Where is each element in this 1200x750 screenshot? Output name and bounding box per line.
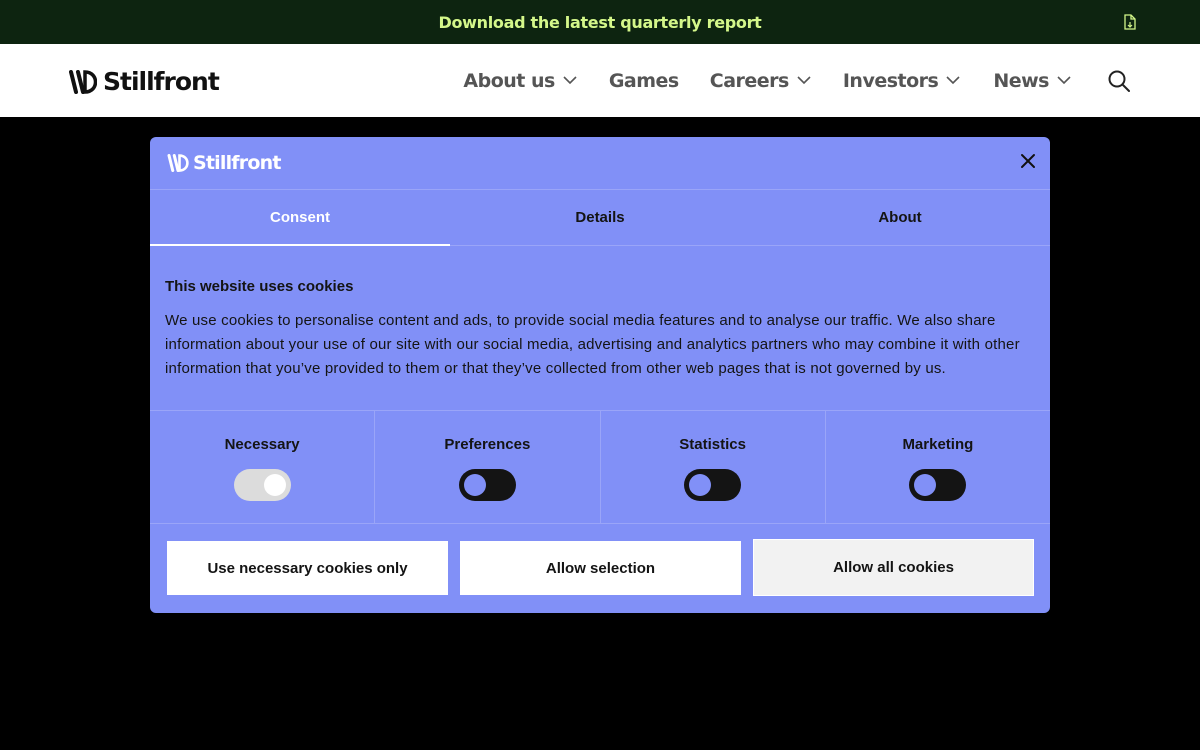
necessary-toggle [233,469,291,501]
category-preferences: Preferences [375,411,601,523]
nav-item-label: Careers [709,69,790,92]
cookie-description: We use cookies to personalise content an… [165,312,1020,377]
nav-item-about-us[interactable]: About us [463,69,577,92]
stillfront-logo[interactable]: Stillfront [69,67,220,96]
tab-consent[interactable]: Consent [150,190,450,246]
toggle-knob [263,474,286,496]
nav-item-label: Investors [842,69,939,92]
cookie-info: This website uses cookies We use cookies… [150,246,1050,410]
dialog-logo-text: Stillfront [193,152,281,174]
preferences-toggle[interactable] [458,469,516,501]
consent-buttons: Use necessary cookies only Allow selecti… [150,524,1050,596]
chevron-down-icon [1057,76,1071,85]
category-statistics: Statistics [601,411,826,523]
category-label: Statistics [679,436,746,453]
site-header: Stillfront About us Games Careers Invest… [0,44,1200,117]
cookie-consent-dialog: Stillfront Consent Details About This we… [150,137,1050,613]
quarterly-report-link[interactable]: Download the latest quarterly report [438,13,761,32]
document-download-icon[interactable] [1124,14,1136,30]
category-label: Marketing [902,436,974,453]
close-icon[interactable] [1020,153,1036,169]
logo-text: Stillfront [103,67,220,96]
category-necessary: Necessary [150,411,376,523]
cookie-categories: Necessary Preferences Statistics Marketi… [150,410,1050,524]
use-necessary-only-button[interactable]: Use necessary cookies only [167,541,448,595]
category-marketing: Marketing [826,411,1050,523]
dialog-logo: Stillfront [167,152,281,174]
nav-item-label: Games [608,69,679,92]
allow-all-cookies-button[interactable]: Allow all cookies [753,539,1034,596]
chevron-down-icon [797,76,811,85]
tab-details[interactable]: Details [450,190,750,245]
nav-item-careers[interactable]: Careers [710,70,811,92]
stillfront-logo-mark-icon [167,154,189,172]
nav-item-label: About us [463,69,555,92]
allow-selection-button[interactable]: Allow selection [460,541,741,595]
dialog-header: Stillfront [150,137,1050,190]
cookie-title: This website uses cookies [165,278,354,295]
statistics-toggle[interactable] [684,469,742,501]
chevron-down-icon [946,76,960,85]
category-label: Necessary [224,436,300,453]
nav-item-news[interactable]: News [993,70,1071,92]
nav-item-label: News [993,69,1049,92]
toggle-knob [914,474,937,496]
marketing-toggle[interactable] [909,469,967,501]
stillfront-logo-mark-icon [69,69,97,94]
toggle-knob [463,474,486,496]
tab-about[interactable]: About [750,190,1050,245]
nav-item-investors[interactable]: Investors [843,70,961,92]
main-nav: About us Games Careers Investors News [463,44,1200,117]
dialog-tabs: Consent Details About [150,190,1050,246]
search-icon[interactable] [1108,70,1130,92]
category-label: Preferences [444,436,531,453]
toggle-knob [689,474,712,496]
nav-item-games[interactable]: Games [609,70,679,92]
announcement-banner: Download the latest quarterly report [0,0,1200,44]
chevron-down-icon [563,76,577,85]
